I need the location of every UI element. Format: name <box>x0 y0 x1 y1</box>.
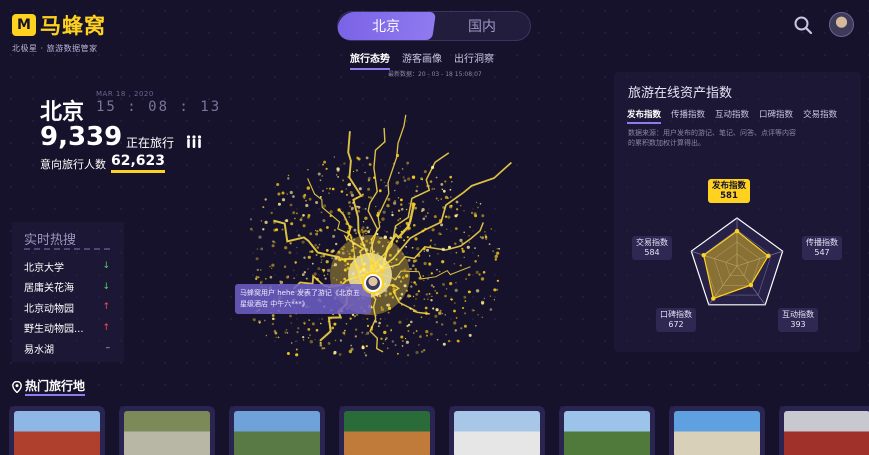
subtab-travel-trend[interactable]: 旅行态势 <box>350 50 390 70</box>
hot-item-name: 北京动物园 <box>24 303 74 315</box>
photo-bridge[interactable] <box>449 406 545 455</box>
tab-beijing[interactable]: 北京 <box>336 12 436 40</box>
hot-search-list: 北京大学 ↓ 居庸关花海 ↓ 北京动物园 ↑ 野生动物园... ↑ 易水湖 – <box>24 256 110 359</box>
photo-forbidden-city[interactable] <box>9 406 105 455</box>
tab-transaction-index[interactable]: 交易指数 <box>803 108 837 124</box>
logo-subtitle: 北极星 · 旅游数据管家 <box>12 44 98 53</box>
photo-gate-sign[interactable] <box>339 406 435 455</box>
region-tabs: 北京 国内 <box>336 11 531 41</box>
logo-icon: M <box>12 14 36 36</box>
radar-point-2 <box>748 282 754 288</box>
clock: 15 : 08 : 13 <box>96 99 222 115</box>
destination-image <box>234 411 320 455</box>
destination-image <box>564 411 650 455</box>
sub-tabs: 旅行态势 游客画像 出行洞察 <box>350 50 494 70</box>
people-icon <box>186 135 202 148</box>
trend-down-icon: ↓ <box>102 261 110 272</box>
trend-flat-icon: – <box>105 343 111 354</box>
user-marker[interactable] <box>362 272 384 294</box>
map-tooltip: 马蜂窝用户 hehe 发表了游记《北京五星级酒店 中午六***》 <box>235 284 371 314</box>
photo-park[interactable] <box>559 406 655 455</box>
photo-great-wall[interactable] <box>119 406 215 455</box>
photo-red-building[interactable] <box>779 406 869 455</box>
logo[interactable]: M 马蜂窝 北极星 · 旅游数据管家 <box>12 10 106 54</box>
asset-index-tabs: 发布指数 传播指数 互动指数 口碑指数 交易指数 <box>627 108 837 124</box>
intent-label: 意向旅行人数 <box>40 158 106 171</box>
radar-label-spread: 传播指数 547 <box>802 236 842 260</box>
radar-point-1 <box>766 253 771 259</box>
tab-interaction-index[interactable]: 互动指数 <box>715 108 749 124</box>
destination-photos <box>9 406 869 455</box>
tab-domestic[interactable]: 国内 <box>434 12 530 40</box>
radar-label-reputation: 口碑指数 672 <box>656 308 696 332</box>
user-avatar-icon <box>366 276 380 290</box>
hot-search-item[interactable]: 北京动物园 ↑ <box>24 297 110 318</box>
trend-up-icon: ↑ <box>102 302 110 313</box>
date-label: MAR 18 , 2020 <box>96 90 154 98</box>
destination-image <box>784 411 869 455</box>
destination-image <box>674 411 760 455</box>
radar-label-publish: 发布指数 581 <box>708 179 751 203</box>
asset-index-description: 数据来源：用户发布的游记、笔记、问答、点评等内容的累积数加权计算得出。 <box>628 129 796 147</box>
update-time: 最新数据：20 - 03 - 18 15:08:07 <box>388 71 482 78</box>
hot-search-title: 实时热搜 <box>24 233 77 248</box>
hot-search-item[interactable]: 北京大学 ↓ <box>24 256 110 277</box>
hot-search-item[interactable]: 易水湖 – <box>24 338 110 359</box>
radar-point-0 <box>734 228 740 234</box>
destination-image <box>124 411 210 455</box>
beijing-heat-map[interactable] <box>230 95 520 365</box>
avatar[interactable] <box>829 12 854 37</box>
hot-item-name: 易水湖 <box>24 344 54 356</box>
hot-item-name: 北京大学 <box>24 262 64 274</box>
asset-index-title: 旅游在线资产指数 <box>628 86 733 101</box>
photo-temple-heaven[interactable] <box>229 406 325 455</box>
hot-search-item[interactable]: 野生动物园... ↑ <box>24 318 110 339</box>
photo-university[interactable] <box>669 406 765 455</box>
tab-reputation-index[interactable]: 口碑指数 <box>759 108 793 124</box>
logo-name: 马蜂窝 <box>40 14 106 38</box>
subtab-travel-insight[interactable]: 出行洞察 <box>454 50 494 70</box>
hot-item-name: 野生动物园... <box>24 324 84 336</box>
destinations-title[interactable]: 热门旅行地 <box>25 377 86 396</box>
radar-label-interaction: 互动指数 393 <box>778 308 818 332</box>
radar-point-3 <box>711 296 716 301</box>
location-pin-icon <box>12 380 22 393</box>
traveling-count: 9,339 <box>40 122 123 152</box>
trend-up-icon: ↑ <box>102 322 110 333</box>
intent-count: 62,623 <box>111 153 166 173</box>
subtab-visitor-profile[interactable]: 游客画像 <box>402 50 442 70</box>
destination-image <box>344 411 430 455</box>
tab-spread-index[interactable]: 传播指数 <box>671 108 705 124</box>
traveling-label: 正在旅行 <box>126 136 175 150</box>
hot-search-divider <box>24 248 114 250</box>
radar-chart: 发布指数 581 传播指数 547 互动指数 393 口碑指数 672 交易指数 584 <box>628 176 858 336</box>
trend-down-icon: ↓ <box>102 281 110 292</box>
tab-publish-index[interactable]: 发布指数 <box>627 108 662 124</box>
search-icon[interactable] <box>793 15 813 35</box>
radar-point-4 <box>701 253 706 258</box>
hot-search-item[interactable]: 居庸关花海 ↓ <box>24 277 110 298</box>
destination-image <box>454 411 540 455</box>
destination-image <box>14 411 100 455</box>
hot-item-name: 居庸关花海 <box>24 283 74 295</box>
radar-label-transaction: 交易指数 584 <box>632 236 672 260</box>
destinations-header: 热门旅行地 <box>12 377 86 396</box>
